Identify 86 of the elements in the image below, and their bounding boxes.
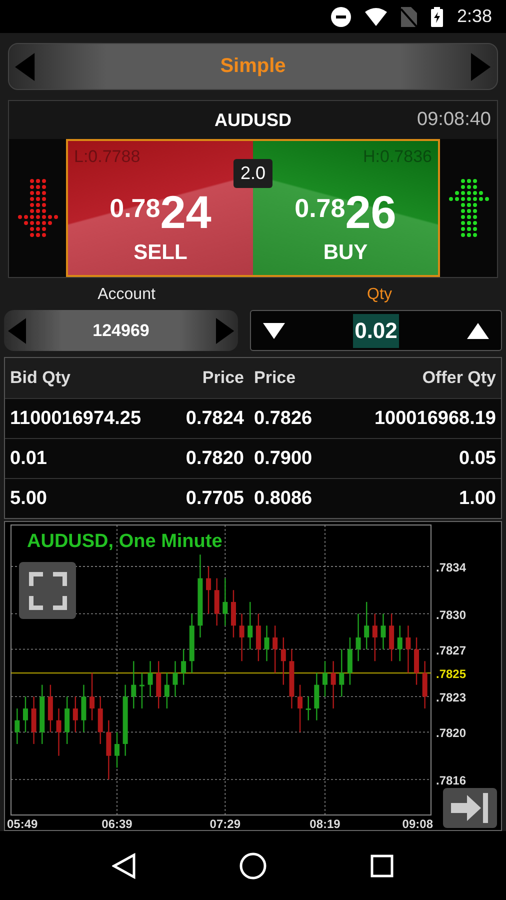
table-cell-text: 1100016974.25 bbox=[9, 408, 142, 430]
no-sim-icon bbox=[400, 6, 417, 27]
account-value: 124969 bbox=[92, 320, 150, 341]
candle bbox=[339, 650, 344, 697]
scroll-to-end-button[interactable] bbox=[443, 788, 497, 828]
table-cell-text: 0.7824 bbox=[184, 408, 245, 430]
candle bbox=[72, 696, 78, 732]
next-arrow-icon bbox=[216, 318, 234, 344]
qty-value: 0.02 bbox=[352, 314, 400, 348]
column-header: Offer Qty bbox=[421, 368, 497, 388]
candle bbox=[248, 602, 253, 650]
candle bbox=[106, 720, 112, 780]
table-cell-text: 0.05 bbox=[458, 448, 497, 470]
candle bbox=[256, 614, 261, 662]
table-cell-text: 0.7705 bbox=[184, 488, 245, 510]
table-cell-text: 0.8086 bbox=[253, 488, 314, 510]
status-time: 2:38 bbox=[456, 6, 492, 28]
home-icon[interactable] bbox=[238, 852, 267, 880]
candle bbox=[364, 602, 370, 650]
candle bbox=[239, 614, 244, 662]
back-icon[interactable] bbox=[112, 852, 136, 879]
column-header: Price bbox=[201, 368, 245, 388]
column-header: Bid Qty bbox=[9, 368, 72, 388]
battery-charging-icon bbox=[430, 6, 443, 27]
price-axis-label: .7827 bbox=[436, 644, 466, 658]
time-axis-label: 05:49 bbox=[7, 817, 38, 830]
table-cell-text: 5.00 bbox=[9, 488, 48, 510]
symbol-label: AUDUSD bbox=[214, 110, 292, 131]
qty-label: Qty bbox=[366, 286, 393, 304]
table-cell-text: 1.00 bbox=[458, 488, 497, 510]
mode-label: Simple bbox=[220, 55, 286, 78]
candle bbox=[139, 673, 144, 709]
candle bbox=[356, 614, 361, 662]
do-not-disturb-icon bbox=[330, 6, 351, 27]
candle bbox=[114, 732, 120, 768]
price-axis-label: .7820 bbox=[436, 726, 466, 740]
candle bbox=[314, 673, 320, 721]
up-arrow-icon bbox=[446, 177, 490, 240]
time-axis-label: 06:39 bbox=[102, 817, 132, 830]
table-cell-text: 0.01 bbox=[9, 448, 48, 470]
current-price-label: .7825 bbox=[436, 667, 466, 682]
candle bbox=[189, 614, 194, 674]
candle bbox=[90, 673, 95, 721]
fullscreen-icon bbox=[28, 572, 66, 610]
candle bbox=[164, 673, 170, 709]
quote-time: 09:08:40 bbox=[417, 109, 491, 132]
price-axis-label: .7834 bbox=[436, 560, 466, 575]
candle bbox=[322, 661, 328, 697]
price-axis-label: .7816 bbox=[436, 774, 466, 788]
time-axis-label: 09:08 bbox=[402, 817, 433, 830]
price-axis-label: .7823 bbox=[436, 690, 466, 705]
down-arrow-icon bbox=[16, 177, 60, 240]
increase-icon[interactable] bbox=[466, 322, 489, 339]
spread-badge: 2.0 bbox=[233, 159, 273, 188]
candle bbox=[64, 696, 70, 744]
table-cell-text: 0.7826 bbox=[253, 408, 314, 430]
fullscreen-button[interactable] bbox=[19, 562, 76, 620]
candle bbox=[48, 685, 53, 732]
recents-icon[interactable] bbox=[370, 854, 394, 878]
table-cell-text: 0.7820 bbox=[184, 448, 245, 470]
table-cell-text: 100016968.19 bbox=[373, 408, 497, 430]
account-selector[interactable]: 124969 bbox=[4, 310, 238, 352]
candle bbox=[272, 626, 278, 674]
mode-selector[interactable]: Simple bbox=[8, 43, 498, 90]
previous-arrow-icon bbox=[8, 318, 26, 344]
arrow-to-end-icon bbox=[451, 793, 489, 824]
account-label: Account bbox=[96, 286, 156, 304]
candle bbox=[22, 696, 28, 732]
table-cell-text: 0.7900 bbox=[253, 448, 314, 470]
column-header: Price bbox=[253, 368, 297, 388]
candle bbox=[172, 661, 178, 697]
decrease-icon[interactable] bbox=[263, 322, 285, 339]
candle bbox=[406, 626, 411, 674]
chart-title: AUDUSD, One Minute bbox=[27, 531, 222, 552]
time-axis-label: 08:19 bbox=[310, 817, 340, 830]
candle bbox=[206, 566, 212, 614]
time-axis-label: 07:29 bbox=[210, 817, 240, 830]
price-axis-label: .7830 bbox=[436, 608, 466, 622]
candle bbox=[372, 614, 378, 662]
candle bbox=[31, 696, 36, 744]
candle bbox=[380, 614, 386, 650]
next-arrow-icon bbox=[471, 52, 491, 81]
wifi-icon bbox=[364, 8, 387, 26]
qty-field[interactable]: 0.02 bbox=[250, 310, 502, 352]
candle bbox=[148, 661, 153, 697]
previous-arrow-icon bbox=[15, 52, 35, 81]
